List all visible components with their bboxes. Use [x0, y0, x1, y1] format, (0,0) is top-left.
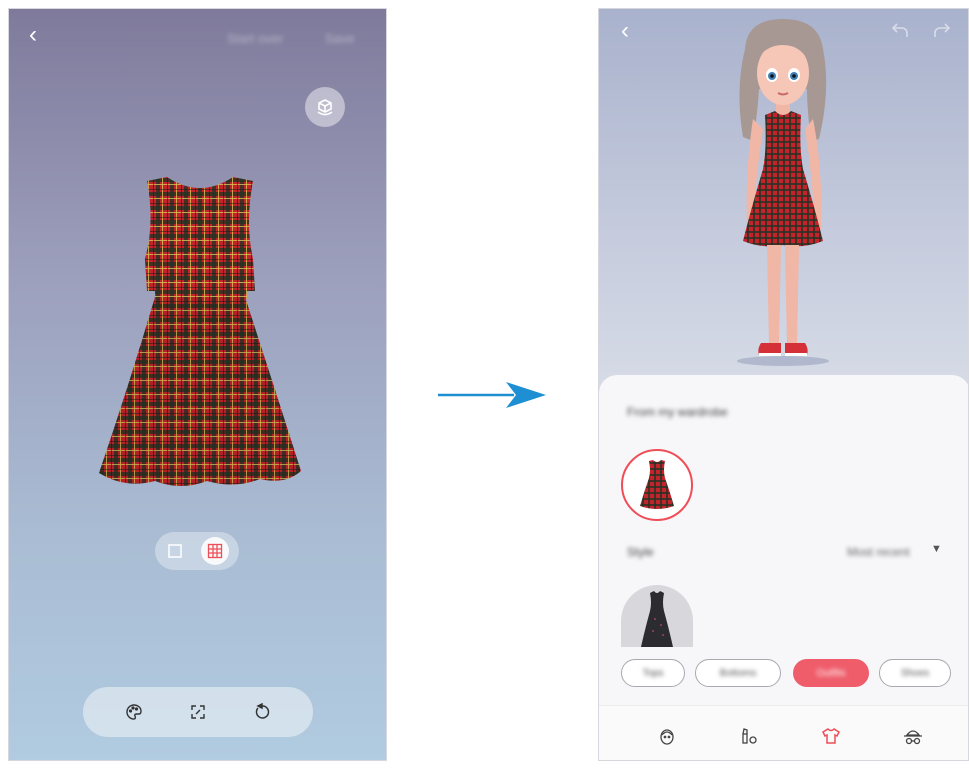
left-phone-screen: ‹ Start over Save [8, 8, 387, 761]
plaid-dress-thumbnail [640, 460, 674, 509]
arrow-right-icon [438, 382, 546, 408]
right-phone-screen: ‹ From my wardrobe Style Most recent ▼ T… [598, 8, 969, 761]
panel-title: From my wardrobe [627, 405, 728, 419]
wardrobe-panel: From my wardrobe Style Most recent ▼ Top… [599, 375, 968, 705]
avatar-figure [737, 19, 829, 366]
undo-icon[interactable] [891, 21, 909, 39]
cube-rotate-icon[interactable] [305, 87, 345, 127]
palette-icon[interactable] [121, 699, 147, 725]
caret-down-icon[interactable]: ▼ [931, 543, 942, 555]
style-dropdown[interactable]: Most recent [847, 545, 910, 559]
pattern-toggle [155, 532, 239, 570]
chip-bottoms[interactable]: Bottoms [695, 659, 781, 687]
single-square-icon[interactable] [161, 537, 189, 565]
bottom-toolbar [83, 687, 313, 737]
chip-tops[interactable]: Tops [621, 659, 685, 687]
resize-icon[interactable] [185, 699, 211, 725]
reset-icon[interactable] [249, 699, 275, 725]
chip-outfits[interactable]: Outfits [793, 659, 869, 687]
accessories-icon[interactable] [901, 724, 925, 748]
face-icon[interactable] [655, 724, 679, 748]
style-label: Style [627, 545, 654, 559]
save-button[interactable]: Save [325, 31, 355, 46]
start-over-button[interactable]: Start over [227, 31, 283, 46]
chip-shoes[interactable]: Shoes [879, 659, 951, 687]
outfit-thumbnail[interactable] [621, 585, 693, 647]
chevron-left-icon[interactable]: ‹ [621, 19, 629, 43]
category-chips: Tops Bottoms Outfits Shoes [621, 659, 955, 689]
clothing-icon[interactable] [819, 724, 843, 748]
selected-outfit-thumbnail[interactable] [621, 449, 693, 521]
bottom-tab-bar [599, 705, 968, 760]
redo-icon[interactable] [933, 21, 951, 39]
chevron-left-icon[interactable]: ‹ [29, 23, 37, 47]
dark-dress-thumbnail [641, 591, 673, 647]
plaid-dress-preview [99, 177, 301, 486]
makeup-icon[interactable] [737, 724, 761, 748]
grid-pattern-icon[interactable] [201, 537, 229, 565]
